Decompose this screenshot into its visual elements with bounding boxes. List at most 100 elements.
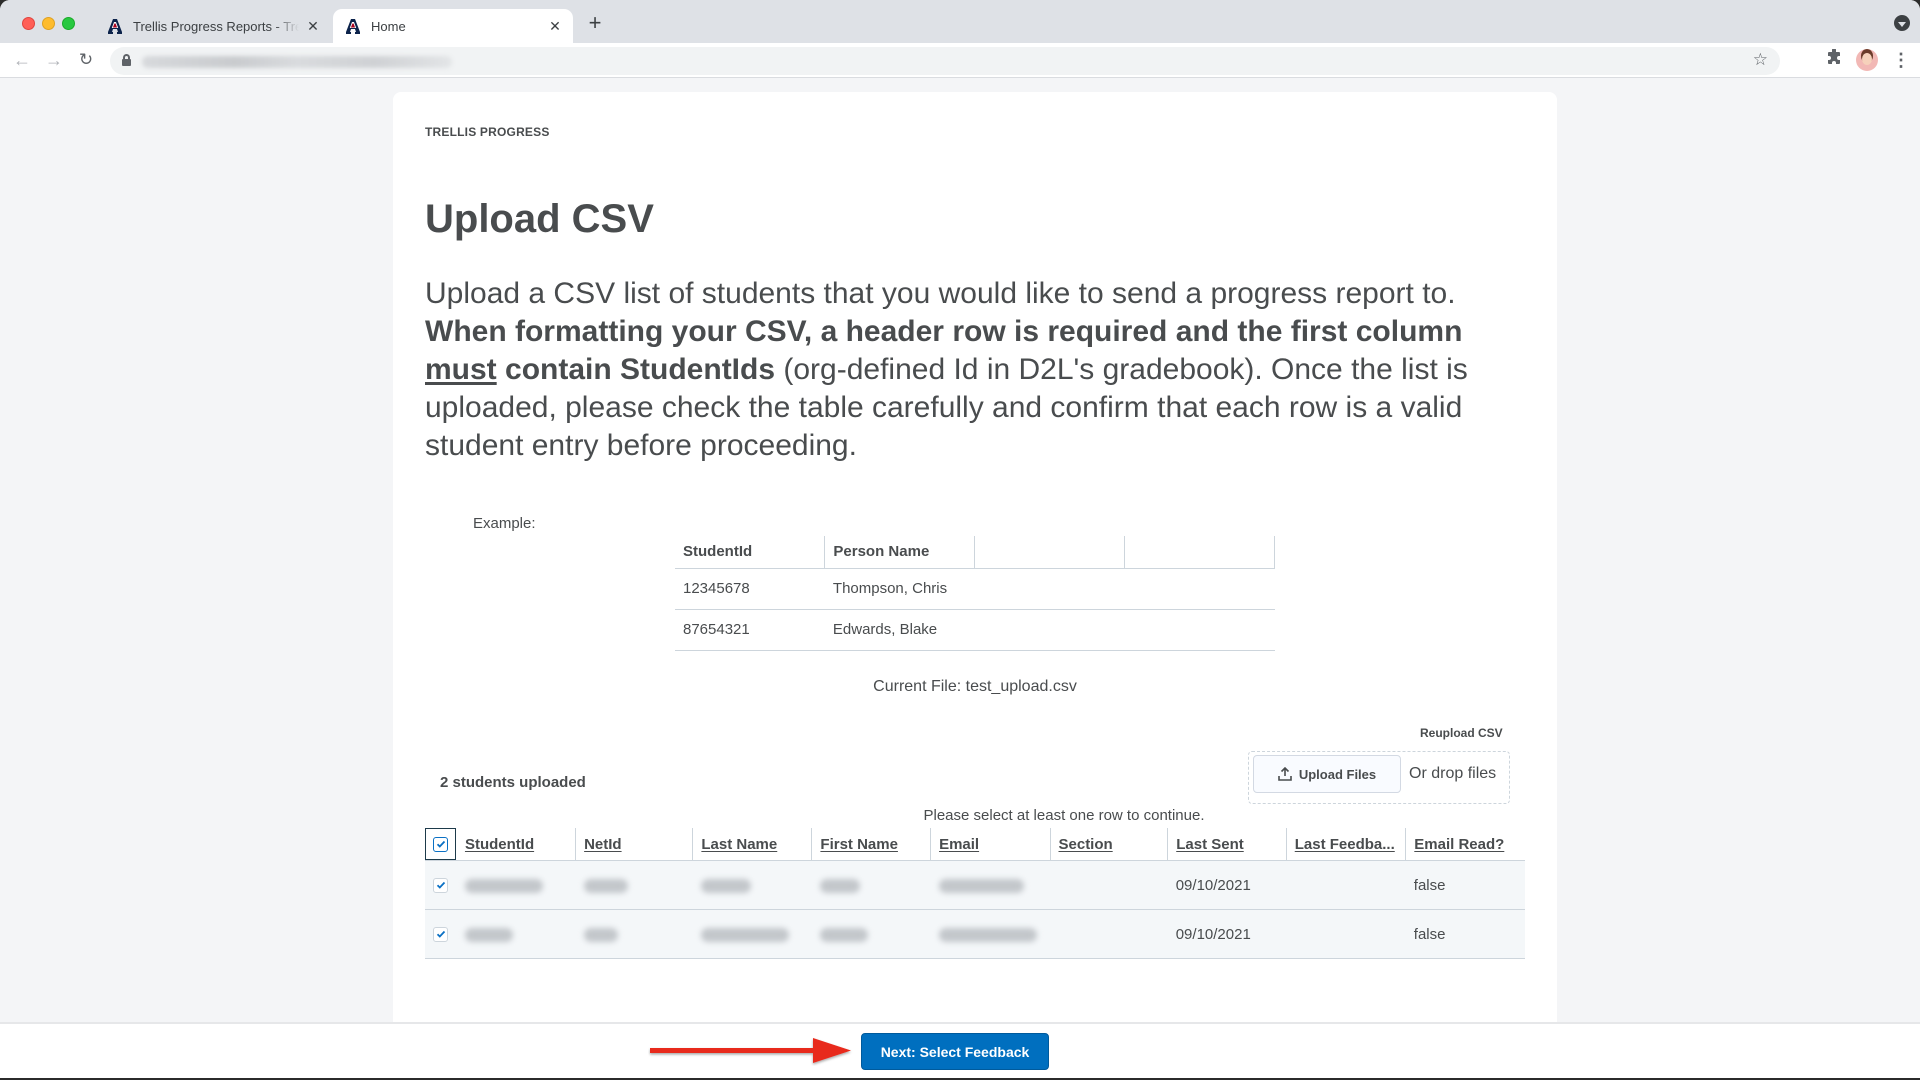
tab-strip: Trellis Progress Reports - Trellis ✕ Hom… [0,0,1920,43]
select-all-checkbox[interactable] [433,836,448,852]
column-header-last-name[interactable]: Last Name [692,828,813,861]
redacted-value [938,927,1037,942]
tab-title: Home [371,18,406,34]
students-header-row: StudentId NetId Last Name First Name Ema… [425,828,1525,861]
column-header-last-sent[interactable]: Last Sent [1167,828,1287,861]
cell-netid [575,909,693,959]
example-cell [974,568,1125,610]
sort-link[interactable]: StudentId [465,836,534,853]
column-header-section[interactable]: Section [1050,828,1169,861]
row-checkbox[interactable] [433,926,448,942]
reupload-csv-label: Reupload CSV [1420,726,1503,740]
example-header-cell: StudentId [675,536,826,569]
minimize-window-button[interactable] [42,17,55,30]
example-header-cell [1124,536,1275,569]
sort-link[interactable]: Last Sent [1176,836,1244,853]
redacted-value [819,927,868,942]
table-row[interactable]: 09/10/2021 false [425,860,1525,910]
back-arrow-icon[interactable]: ← [10,48,34,72]
example-cell [1124,609,1275,651]
cell-last-sent: 09/10/2021 [1167,909,1287,959]
cell-email-read: false [1405,860,1525,910]
next-select-feedback-button[interactable]: Next: Select Feedback [861,1033,1049,1070]
close-tab-icon[interactable]: ✕ [305,18,321,34]
select-all-focus-ring [425,828,456,860]
bookmark-star-icon[interactable]: ☆ [1753,50,1768,70]
row-select-cell [425,909,457,959]
upload-files-label: Upload Files [1298,766,1377,782]
sort-link[interactable]: NetId [584,836,622,853]
cell-email [930,860,1050,910]
cell-first-name [811,909,931,959]
cell-email [930,909,1050,959]
instructions-paragraph: Upload a CSV list of students that you w… [425,275,1535,465]
redacted-value [819,878,860,893]
column-header-last-feedback[interactable]: Last Feedba... [1286,828,1407,861]
tab-home[interactable]: Home ✕ [333,9,573,43]
cell-section [1050,909,1168,959]
intro-bold-text: contain StudentIds [496,353,776,386]
column-header-email[interactable]: Email [930,828,1051,861]
column-header-email-read[interactable]: Email Read? [1405,828,1525,861]
cell-studentid [456,909,576,959]
sort-link[interactable]: Email Read? [1414,836,1504,853]
selection-hint: Please select at least one row to contin… [923,807,1205,824]
sort-link[interactable]: First Name [820,836,898,853]
column-header-first-name[interactable]: First Name [811,828,932,861]
forward-arrow-icon[interactable]: → [42,48,66,72]
cell-last-sent: 09/10/2021 [1167,860,1287,910]
cell-last-name [692,860,812,910]
file-dropzone[interactable]: Upload Files Or drop files [1248,751,1510,804]
upload-icon [1278,767,1292,781]
example-row: 87654321 Edwards, Blake [675,609,1275,651]
browser-menu-icon[interactable]: ⋮ [1890,49,1912,71]
checkmark-icon [436,881,445,889]
column-header-netid[interactable]: NetId [575,828,694,861]
extensions-puzzle-icon[interactable] [1823,48,1845,71]
sort-link[interactable]: Email [939,836,979,853]
redacted-value [464,927,513,942]
intro-bold-text: When formatting your CSV, a header row i… [425,315,1463,348]
students-uploaded-count: 2 students uploaded [440,774,586,791]
intro-underlined-text: must [425,353,497,386]
browser-window: Trellis Progress Reports - Trellis ✕ Hom… [0,0,1920,1078]
university-logo-icon [345,18,361,34]
upload-files-button[interactable]: Upload Files [1253,755,1401,793]
sort-link[interactable]: Section [1059,836,1113,853]
redacted-value [583,927,618,942]
redacted-value [583,878,628,893]
example-row: 12345678 Thompson, Chris [675,568,1275,610]
tab-search-icon[interactable] [1894,15,1910,31]
example-cell [974,609,1125,651]
redacted-value [700,927,789,942]
new-tab-button[interactable]: + [584,12,606,35]
cell-studentid [456,860,576,910]
cell-section [1050,860,1168,910]
table-row[interactable]: 09/10/2021 false [425,909,1525,959]
example-header-cell: Person Name [824,536,976,569]
example-cell: Thompson, Chris [824,568,975,610]
example-cell: Edwards, Blake [824,609,975,651]
reload-icon[interactable]: ↻ [74,48,98,72]
url-redacted [142,56,452,68]
annotation-arrow-icon [650,1038,851,1063]
close-tab-icon[interactable]: ✕ [547,18,563,34]
close-window-button[interactable] [22,17,35,30]
page-viewport: TRELLIS PROGRESS Upload CSV Upload a CSV… [0,78,1920,1022]
maximize-window-button[interactable] [62,17,75,30]
content-card: TRELLIS PROGRESS Upload CSV Upload a CSV… [393,92,1557,1022]
checkmark-icon [436,930,445,938]
column-header-studentid[interactable]: StudentId [456,828,577,861]
university-logo-icon [107,18,123,34]
sort-link[interactable]: Last Feedba... [1295,836,1395,853]
page-title: Upload CSV [425,197,654,241]
profile-avatar[interactable] [1856,49,1878,71]
example-header-cell [974,536,1126,569]
students-table: StudentId NetId Last Name First Name Ema… [425,828,1525,959]
row-checkbox[interactable] [433,877,448,893]
checkmark-icon [436,840,445,848]
address-bar[interactable]: ☆ [110,47,1780,75]
page-footer: Next: Select Feedback [0,1022,1920,1078]
tab-trellis-progress-reports[interactable]: Trellis Progress Reports - Trellis ✕ [95,9,331,43]
sort-link[interactable]: Last Name [701,836,777,853]
